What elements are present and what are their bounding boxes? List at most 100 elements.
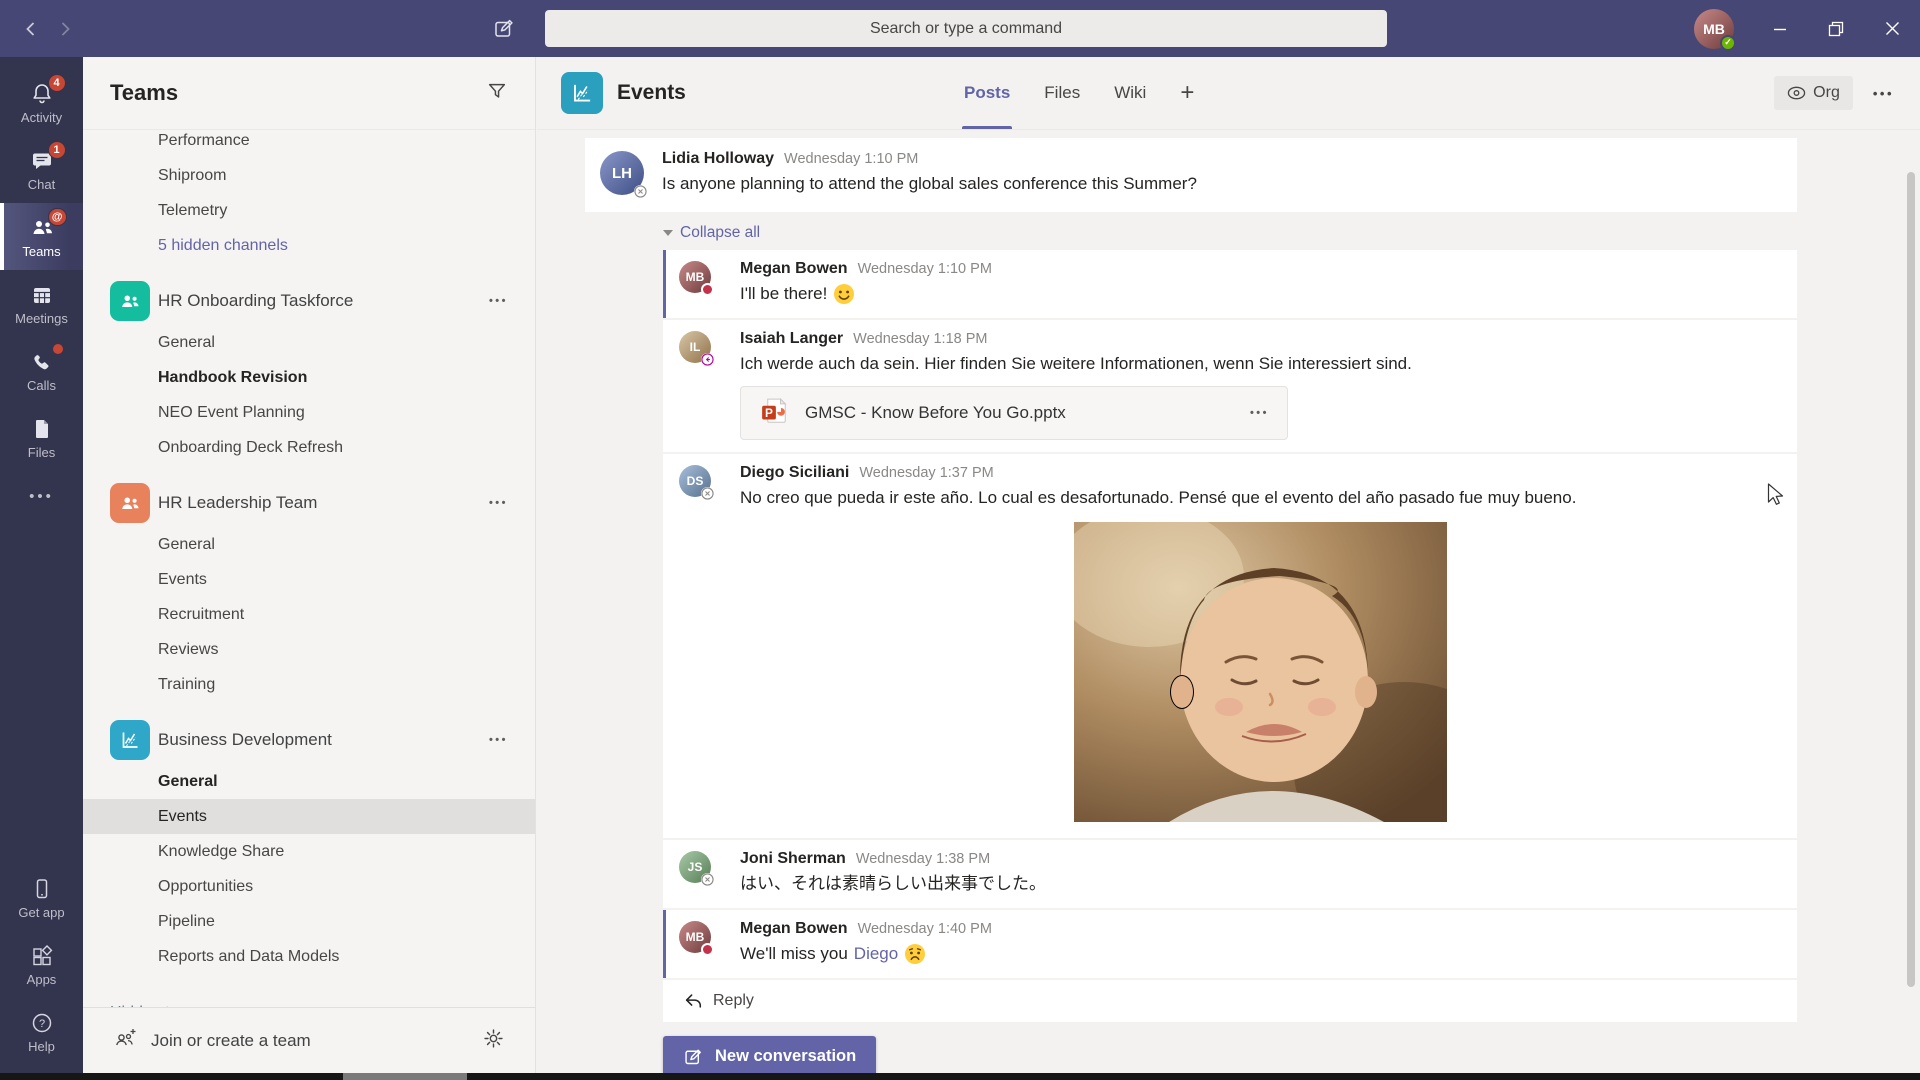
attachment-name: GMSC - Know Before You Go.pptx xyxy=(805,403,1066,422)
new-conversation-button[interactable]: New conversation xyxy=(663,1036,877,1073)
channel-row[interactable]: Knowledge Share xyxy=(83,834,535,869)
attachment-card[interactable]: P GMSC - Know Before You Go.pptx ••• xyxy=(740,386,1288,440)
gear-icon[interactable] xyxy=(482,1027,505,1055)
attachment-ellipsis-icon[interactable]: ••• xyxy=(1250,407,1269,419)
message-author[interactable]: Megan Bowen xyxy=(740,920,848,938)
message-author[interactable]: Megan Bowen xyxy=(740,260,848,278)
team-row-business-development[interactable]: Business Development ••• xyxy=(83,716,535,764)
avatar-joni-sherman[interactable]: JS xyxy=(679,851,714,886)
calls-dot-badge xyxy=(52,344,63,354)
reply-link[interactable]: Reply xyxy=(663,980,1797,1022)
channel-row[interactable]: Handbook Revision xyxy=(83,360,535,395)
avatar-lidia-holloway[interactable]: LH xyxy=(600,151,647,198)
app-rail: 4 Activity 1 Chat @ Teams Meetings Calls… xyxy=(0,57,83,1073)
status-busy-icon xyxy=(701,943,714,956)
avatar-megan-bowen[interactable]: MB xyxy=(679,921,714,956)
taskbar-edge xyxy=(0,1073,1920,1080)
sidebar-title: Teams xyxy=(110,80,179,105)
file-icon xyxy=(30,416,54,442)
channel-row-telemetry[interactable]: Telemetry xyxy=(83,193,535,228)
rail-item-apps[interactable]: Apps xyxy=(0,931,83,998)
avatar-megan-bowen[interactable]: MB xyxy=(679,261,714,296)
channel-row-performance[interactable]: Performance xyxy=(83,130,535,158)
avatar-diego-siciliani[interactable]: DS xyxy=(679,465,714,500)
channel-row[interactable]: Pipeline xyxy=(83,904,535,939)
team-row-hr-leadership[interactable]: HR Leadership Team ••• xyxy=(83,479,535,527)
team-row-hr-onboarding[interactable]: HR Onboarding Taskforce ••• xyxy=(83,277,535,325)
rail-item-get-app[interactable]: Get app xyxy=(0,864,83,931)
rail-item-files[interactable]: Files xyxy=(0,404,83,471)
message-text: Is anyone planning to attend the global … xyxy=(662,174,1197,193)
channel-row[interactable]: Training xyxy=(83,667,535,702)
teams-people-icon: @ xyxy=(29,208,67,241)
back-arrow-icon[interactable] xyxy=(14,12,48,46)
channel-row[interactable]: General xyxy=(83,325,535,360)
reply-message: JS Joni Sherman Wednesday 1:38 PM はい、それは素… xyxy=(663,840,1797,908)
restore-button[interactable] xyxy=(1808,0,1864,57)
team-ellipsis-icon[interactable]: ••• xyxy=(489,295,508,307)
root-message: LH Lidia Holloway Wednesday 1:10 PM Is an… xyxy=(585,138,1797,212)
message-author[interactable]: Diego Siciliani xyxy=(740,464,849,482)
channel-row[interactable]: Reports and Data Models xyxy=(83,939,535,974)
rail-more-ellipsis-icon[interactable]: ••• xyxy=(0,471,83,521)
new-chat-icon[interactable] xyxy=(487,11,521,45)
rail-item-activity[interactable]: 4 Activity xyxy=(0,69,83,136)
team-ellipsis-icon[interactable]: ••• xyxy=(489,734,508,746)
mention-diego[interactable]: Diego xyxy=(854,942,898,966)
filter-icon[interactable] xyxy=(486,80,508,107)
minimize-button[interactable] xyxy=(1752,0,1808,57)
tab-posts[interactable]: Posts xyxy=(961,57,1013,129)
hidden-channels-link[interactable]: 5 hidden channels xyxy=(83,228,535,263)
channel-row[interactable]: General xyxy=(83,764,535,799)
teams-badge: @ xyxy=(47,208,67,226)
rail-item-meetings[interactable]: Meetings xyxy=(0,270,83,337)
chat-badge: 1 xyxy=(47,141,66,159)
channel-row[interactable]: Onboarding Deck Refresh xyxy=(83,430,535,465)
phone-icon xyxy=(30,344,63,375)
crying-baby-gif[interactable] xyxy=(1074,522,1447,822)
message-author[interactable]: Lidia Holloway xyxy=(662,150,774,168)
chat-icon: 1 xyxy=(30,141,66,174)
teams-app-window: MB ✓ 4 Activity 1 Chat xyxy=(0,0,1920,1080)
header-ellipsis-icon[interactable]: ••• xyxy=(1873,86,1894,101)
avatar-isaiah-langer[interactable]: IL xyxy=(679,331,714,366)
channel-row[interactable]: General xyxy=(83,527,535,562)
close-button[interactable] xyxy=(1864,0,1920,57)
message-text: No creo que pueda ir este año. Lo cual e… xyxy=(740,488,1577,507)
rail-item-calls[interactable]: Calls xyxy=(0,337,83,404)
status-out-of-office-icon xyxy=(701,353,714,366)
channel-row[interactable]: Opportunities xyxy=(83,869,535,904)
tab-wiki[interactable]: Wiki xyxy=(1114,57,1146,129)
team-ellipsis-icon[interactable]: ••• xyxy=(489,497,508,509)
search-input[interactable] xyxy=(545,10,1387,47)
help-icon: ? xyxy=(30,1010,54,1036)
vertical-scrollbar[interactable] xyxy=(1907,172,1915,987)
message-author[interactable]: Joni Sherman xyxy=(740,850,846,868)
message-text: We'll miss you xyxy=(740,944,848,963)
reply-message: IL Isaiah Langer Wednesday 1:18 PM Ich we… xyxy=(663,320,1797,452)
rail-item-help[interactable]: ? Help xyxy=(0,998,83,1065)
channel-row[interactable]: Reviews xyxy=(83,632,535,667)
join-or-create-team[interactable]: Join or create a team xyxy=(83,1007,535,1073)
rail-item-teams[interactable]: @ Teams xyxy=(0,203,83,270)
avatar-initials: MB xyxy=(1703,20,1725,37)
status-offline-icon xyxy=(701,873,714,886)
channel-list: Performance Shiproom Telemetry 5 hidden … xyxy=(83,130,535,1007)
channel-row-shiproom[interactable]: Shiproom xyxy=(83,158,535,193)
channel-row[interactable]: Events xyxy=(83,562,535,597)
message-text: はい、それは素晴らしい出来事でした。 xyxy=(740,874,1046,893)
collapse-all-link[interactable]: Collapse all xyxy=(663,224,1797,242)
bell-icon: 4 xyxy=(30,74,66,107)
add-tab-button[interactable]: + xyxy=(1180,57,1194,129)
message-author[interactable]: Isaiah Langer xyxy=(740,330,843,348)
calendar-icon xyxy=(30,282,54,308)
channel-row[interactable]: Recruitment xyxy=(83,597,535,632)
forward-arrow-icon[interactable] xyxy=(48,12,82,46)
org-button[interactable]: Org xyxy=(1774,76,1853,110)
rail-item-chat[interactable]: 1 Chat xyxy=(0,136,83,203)
replies-list: MB Megan Bowen Wednesday 1:10 PM I'll be … xyxy=(663,250,1797,1022)
my-avatar[interactable]: MB ✓ xyxy=(1694,8,1736,51)
channel-row[interactable]: NEO Event Planning xyxy=(83,395,535,430)
tab-files[interactable]: Files xyxy=(1044,57,1080,129)
channel-row-events-selected[interactable]: Events xyxy=(83,799,535,834)
